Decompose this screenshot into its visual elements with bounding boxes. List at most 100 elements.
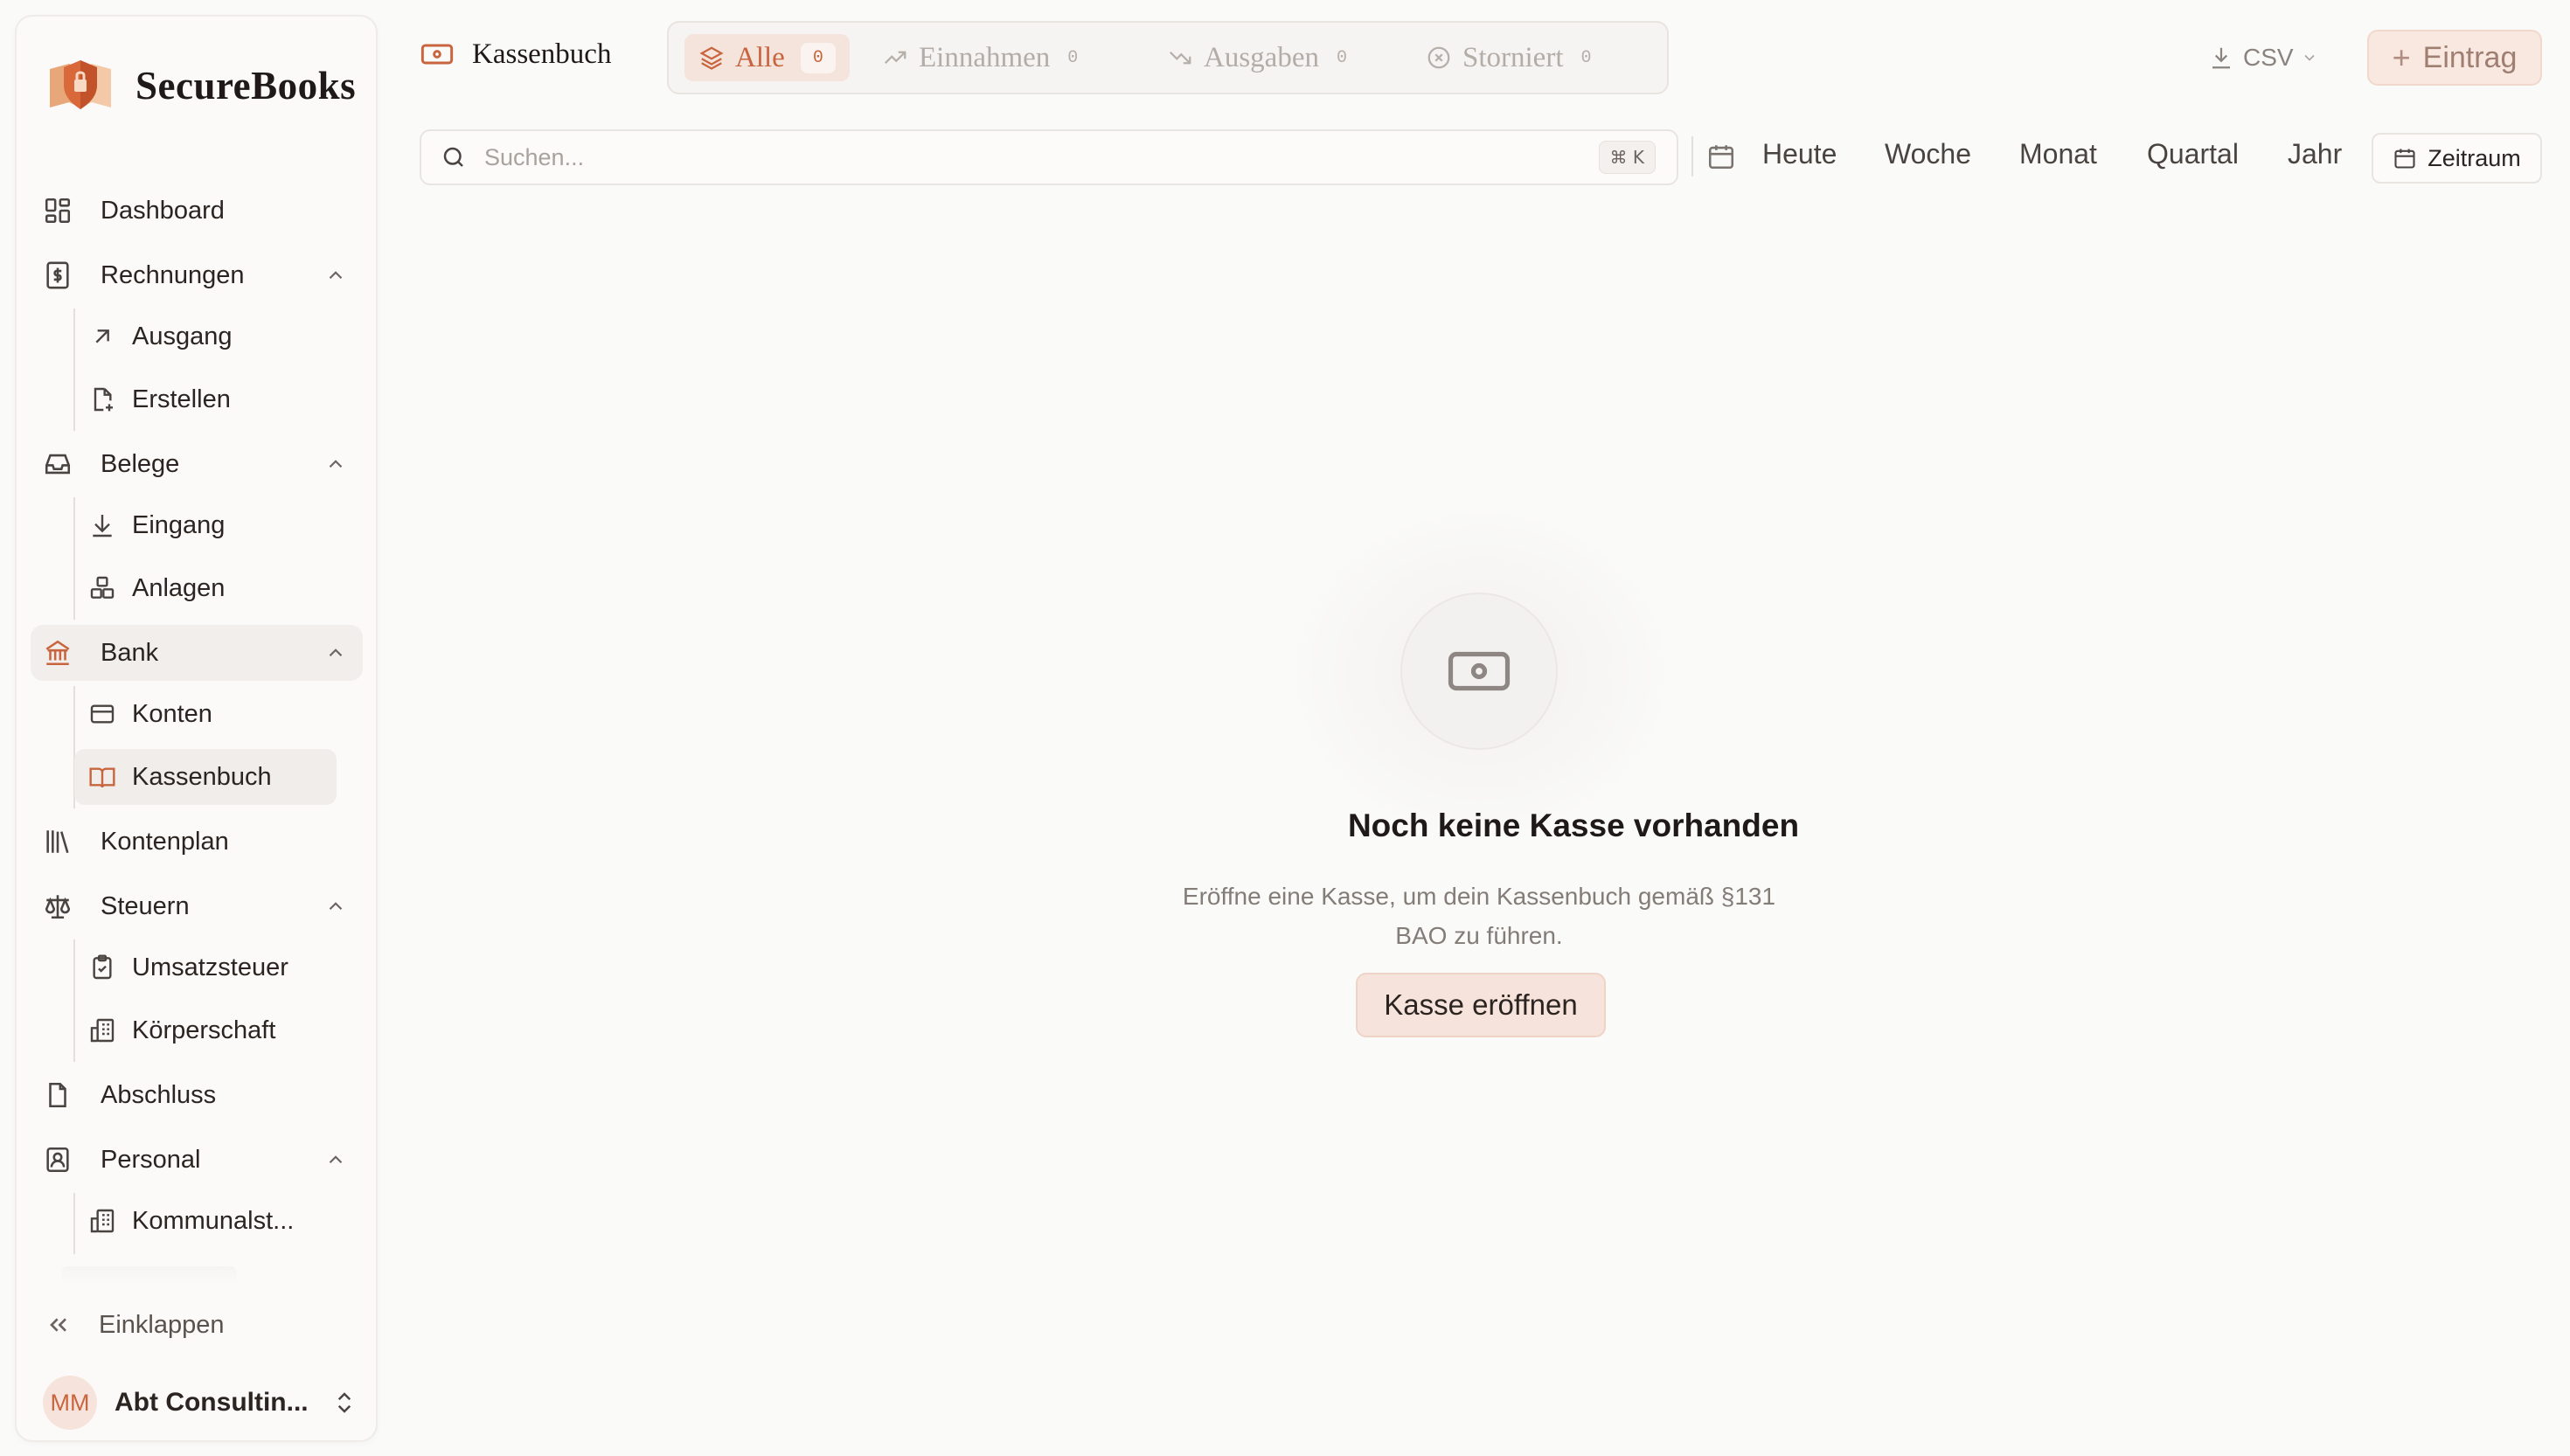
add-entry-label: Eintrag (2422, 40, 2518, 74)
tab-ausgaben[interactable]: Ausgaben 0 (1167, 34, 1347, 81)
range-woche-button[interactable]: Woche (1885, 138, 1971, 178)
sidebar-subitem-label: Konten (132, 699, 212, 728)
sidebar-subitem-label: Eingang (132, 510, 226, 539)
scroll-fade (62, 1266, 237, 1284)
open-book-icon (88, 763, 116, 791)
csv-label: CSV (2243, 44, 2294, 71)
sidebar-subitem-anlagen[interactable]: Anlagen (60, 560, 323, 616)
sidebar-item-label: Belege (101, 449, 180, 478)
plus-icon: + (2392, 39, 2411, 75)
sidebar-item-belege[interactable]: Belege (31, 436, 363, 492)
open-cash-register-button[interactable]: Kasse eröffnen (1356, 973, 1606, 1037)
account-name: Abt Consultin... (115, 1388, 309, 1417)
download-icon (2208, 45, 2234, 71)
tab-count: 0 (800, 42, 836, 73)
sidebar-subitem-koerperschaft[interactable]: Körperschaft (60, 1002, 323, 1058)
sidebar-subitem-label: Kommunalst... (132, 1206, 295, 1235)
sidebar-subitem-umsatzsteuer[interactable]: Umsatzsteuer (60, 939, 323, 995)
scale-icon (43, 891, 73, 921)
account-switcher[interactable]: MM Abt Consultin... (43, 1376, 366, 1430)
search-bar: ⌘ K (420, 129, 1678, 185)
tab-count: 0 (1067, 47, 1079, 68)
sidebar-item-abschluss[interactable]: Abschluss (31, 1067, 363, 1123)
building-icon (88, 1016, 116, 1044)
sidebar-subitem-label: Kassenbuch (132, 762, 272, 791)
add-entry-button[interactable]: + Eintrag (2367, 30, 2542, 86)
sidebar-item-label: Kontenplan (101, 827, 229, 856)
arrow-up-right-icon (88, 322, 116, 350)
search-icon (441, 144, 467, 170)
period-label: Zeitraum (2428, 144, 2521, 171)
sidebar-subitem-label: Ausgang (132, 322, 233, 350)
keyboard-shortcut: ⌘ K (1598, 141, 1656, 174)
chevrons-left-icon (45, 1311, 73, 1339)
brand[interactable]: SecureBooks (45, 50, 356, 121)
chevron-down-icon (2301, 49, 2318, 66)
sidebar-item-label: Dashboard (101, 196, 225, 225)
page-title: Kassenbuch (472, 38, 612, 70)
sidebar-subitem-eingang[interactable]: Eingang (60, 497, 323, 553)
sidebar: SecureBooks Dashboard Rechnungen Ausgang (15, 15, 378, 1442)
sidebar-item-bank[interactable]: Bank (31, 625, 363, 681)
tab-label: Storniert (1462, 41, 1564, 73)
tab-label: Einnahmen (919, 41, 1051, 73)
brand-name: SecureBooks (135, 64, 357, 107)
empty-state-title: Noch keine Kasse vorhanden (1347, 808, 1800, 843)
filter-tabs: Alle 0 Einnahmen 0 Ausgaben 0 Storniert … (667, 21, 1669, 94)
building-icon (88, 1207, 116, 1235)
divider (1691, 136, 1693, 177)
tab-einnahmen[interactable]: Einnahmen 0 (882, 34, 1078, 81)
sidebar-item-rechnungen[interactable]: Rechnungen (31, 247, 363, 303)
sidebar-item-kontenplan[interactable]: Kontenplan (31, 814, 363, 870)
sidebar-subitem-label: Körperschaft (132, 1016, 276, 1044)
chevron-up-icon (324, 895, 347, 918)
library-icon (43, 827, 73, 856)
sidebar-subitem-ausgang[interactable]: Ausgang (60, 309, 323, 364)
sidebar-item-label: Steuern (101, 891, 190, 920)
page-header: Kassenbuch (420, 37, 611, 72)
empty-state-description: Eröffne eine Kasse, um dein Kassenbuch g… (1182, 883, 1776, 949)
sidebar-item-dashboard[interactable]: Dashboard (31, 183, 363, 239)
sidebar-subitem-kassenbuch[interactable]: Kassenbuch (74, 749, 337, 805)
layers-icon (698, 45, 725, 71)
sidebar-subitem-label: Umsatzsteuer (132, 953, 288, 981)
sidebar-subitem-kommunalsteuer[interactable]: Kommunalst... (60, 1193, 323, 1249)
bank-icon (43, 638, 73, 668)
search-input[interactable] (484, 138, 1533, 177)
tab-count: 0 (1336, 47, 1347, 68)
download-icon (88, 511, 116, 539)
custom-period-button[interactable]: Zeitraum (2372, 133, 2542, 184)
shield-book-logo-icon (45, 50, 116, 121)
sidebar-subitem-konten[interactable]: Konten (60, 686, 323, 742)
sidebar-item-personal[interactable]: Personal (31, 1132, 363, 1188)
chevron-up-icon (324, 1148, 347, 1171)
range-jahr-button[interactable]: Jahr (2288, 138, 2342, 178)
sidebar-item-steuern[interactable]: Steuern (31, 878, 363, 934)
csv-export-button[interactable]: CSV (2208, 38, 2318, 77)
tab-alle[interactable]: Alle 0 (684, 34, 850, 81)
tab-storniert[interactable]: Storniert 0 (1426, 34, 1592, 81)
range-heute-button[interactable]: Heute (1762, 138, 1837, 178)
sidebar-item-label: Rechnungen (101, 260, 245, 289)
boxes-icon (88, 574, 116, 602)
tab-count: 0 (1580, 47, 1592, 68)
credit-card-icon (88, 700, 116, 728)
avatar: MM (43, 1376, 97, 1430)
inbox-icon (43, 449, 73, 479)
sidebar-subitem-label: Erstellen (132, 385, 231, 413)
trending-down-icon (1167, 45, 1193, 71)
dashboard-grid-icon (43, 196, 73, 225)
banknote-icon (420, 37, 455, 72)
chevron-up-icon (324, 264, 347, 287)
circle-x-icon (1426, 45, 1452, 71)
chevron-up-icon (324, 453, 347, 475)
range-monat-button[interactable]: Monat (2019, 138, 2097, 178)
sidebar-item-label: Bank (101, 638, 159, 667)
calendar-icon (2393, 146, 2417, 170)
sidebar-subitem-erstellen[interactable]: Erstellen (60, 371, 323, 427)
contact-icon (43, 1145, 73, 1175)
chevrons-up-down-icon (331, 1390, 358, 1416)
tab-label: Ausgaben (1204, 41, 1319, 73)
collapse-sidebar-button[interactable]: Einklappen (45, 1306, 225, 1344)
range-quartal-button[interactable]: Quartal (2147, 138, 2239, 178)
